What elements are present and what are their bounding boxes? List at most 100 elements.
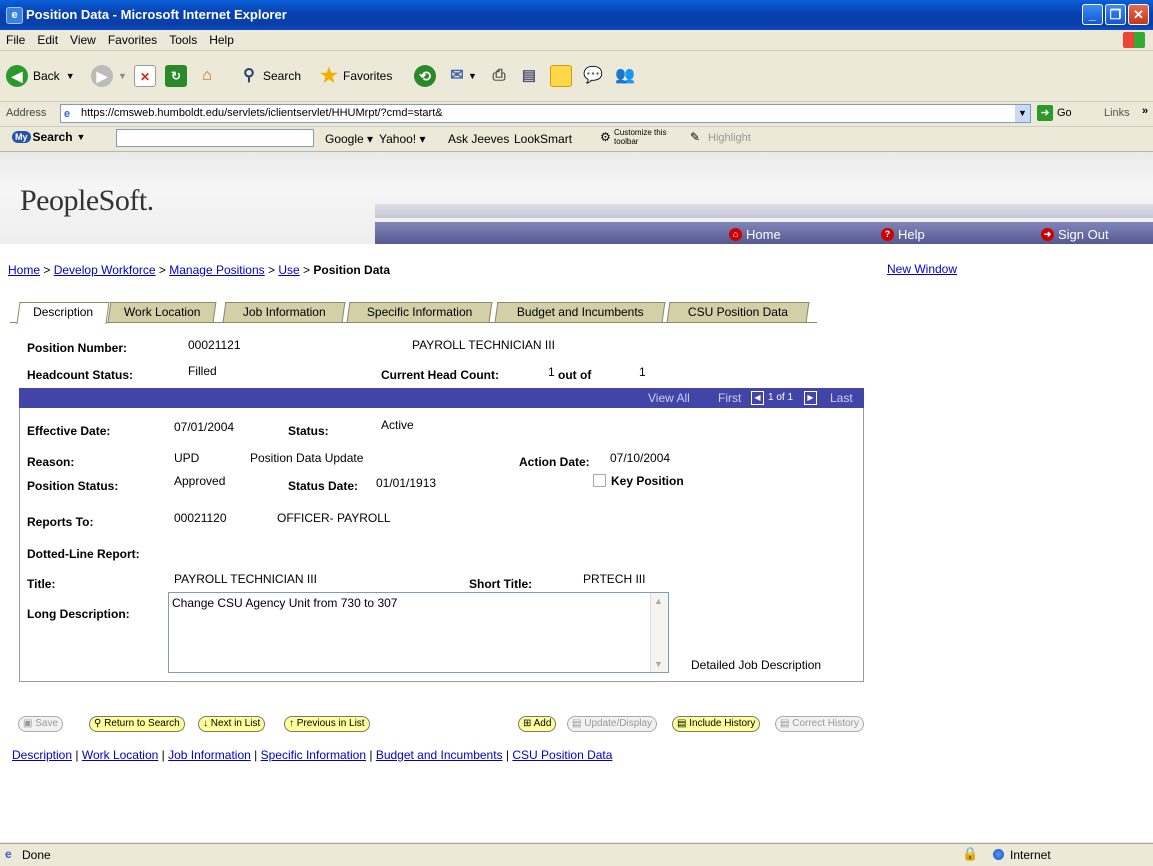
search-button[interactable]: ⚲ Search <box>238 63 301 89</box>
new-window-link[interactable]: New Window <box>887 262 957 276</box>
mysearch-label: Search <box>32 130 73 144</box>
detailed-job-description-link[interactable]: Detailed Job Description <box>691 658 821 672</box>
highlight-button[interactable]: Highlight <box>708 132 751 144</box>
breadcrumb-use[interactable]: Use <box>278 263 299 277</box>
chevron-down-icon[interactable]: ▼ <box>1015 105 1030 122</box>
status-value: Active <box>381 418 414 432</box>
breadcrumb-home[interactable]: Home <box>8 263 40 277</box>
view-all-link[interactable]: View All <box>648 391 690 405</box>
return-to-search-button[interactable]: ⚲ Return to Search <box>89 716 185 732</box>
chevron-down-icon: ▼ <box>76 132 86 142</box>
long-description-textarea[interactable]: Change CSU Agency Unit from 730 to 307 ▲… <box>168 592 669 673</box>
breadcrumb-manage-positions[interactable]: Manage Positions <box>169 263 264 277</box>
discuss-icon: 💬 <box>583 67 603 84</box>
history-button[interactable]: ⟲ <box>414 63 436 89</box>
home-button[interactable]: ⌂ <box>196 63 218 89</box>
reports-to-label: Reports To: <box>27 515 94 529</box>
reports-to-description: OFFICER- PAYROLL <box>277 511 391 525</box>
address-url: https://cmsweb.humboldt.edu/servlets/icl… <box>81 107 443 119</box>
tab-work-location[interactable]: Work Location <box>107 302 217 322</box>
refresh-button[interactable]: ↻ <box>165 63 187 89</box>
customize-button[interactable]: Customize this toolbar <box>614 128 684 146</box>
minimize-button[interactable]: _ <box>1082 4 1103 25</box>
menu-edit[interactable]: Edit <box>31 30 64 47</box>
title-value: PAYROLL TECHNICIAN III <box>174 572 317 586</box>
tab-budget-incumbents[interactable]: Budget and Incumbents <box>494 302 666 322</box>
tab-specific-information[interactable]: Specific Information <box>346 302 493 322</box>
looksmart-button[interactable]: LookSmart <box>514 132 572 146</box>
bottom-link-csu-position-data[interactable]: CSU Position Data <box>512 748 612 762</box>
go-button[interactable]: ➜ Go <box>1037 105 1072 121</box>
home-link[interactable]: ⌂ Home <box>729 227 781 242</box>
print-icon: ⎙ <box>492 67 506 84</box>
home-icon: ⌂ <box>202 67 212 84</box>
home-icon: ⌂ <box>729 228 742 241</box>
links-label[interactable]: Links <box>1104 107 1130 119</box>
correct-history-button[interactable]: ▤ Correct History <box>775 716 864 732</box>
menu-help[interactable]: Help <box>203 30 240 47</box>
bottom-link-budget-incumbents[interactable]: Budget and Incumbents <box>376 748 503 762</box>
reason-description-value: Position Data Update <box>250 451 364 465</box>
close-button[interactable]: ✕ <box>1128 4 1149 25</box>
previous-in-list-button[interactable]: ↑ Previous in List <box>284 716 370 732</box>
tab-job-information[interactable]: Job Information <box>222 302 346 322</box>
favorites-button[interactable]: ★ Favorites <box>318 63 392 89</box>
help-link[interactable]: ? Help <box>881 227 925 242</box>
tab-csu-position-data[interactable]: CSU Position Data <box>666 302 810 322</box>
next-in-list-button[interactable]: ↓ Next in List <box>198 716 266 732</box>
discuss-button[interactable]: 💬 <box>582 63 604 89</box>
add-button[interactable]: ⊞ Add <box>518 716 557 732</box>
google-button[interactable]: Google ▾ <box>325 132 373 146</box>
bottom-link-description[interactable]: Description <box>12 748 72 762</box>
lock-icon: 🔒 <box>962 846 979 861</box>
bottom-link-job-information[interactable]: Job Information <box>168 748 251 762</box>
bottom-link-specific-information[interactable]: Specific Information <box>261 748 366 762</box>
address-input[interactable]: e https://cmsweb.humboldt.edu/servlets/i… <box>60 104 1031 123</box>
last-link[interactable]: Last <box>830 391 853 405</box>
edit-button[interactable]: ▤ <box>518 63 540 89</box>
mysearch-button[interactable]: My Search ▼ <box>12 130 85 144</box>
next-arrow-icon[interactable]: ▶ <box>804 391 817 405</box>
prev-arrow-icon[interactable]: ◀ <box>751 391 764 405</box>
mail-button[interactable]: ✉ ▼ <box>446 63 477 89</box>
position-status-value: Approved <box>174 474 226 488</box>
search-input[interactable] <box>116 129 314 147</box>
menu-tools[interactable]: Tools <box>163 30 203 47</box>
header-stripe <box>375 204 1153 218</box>
tab-description[interactable]: Description <box>16 302 110 324</box>
bottom-link-work-location[interactable]: Work Location <box>82 748 158 762</box>
menu-file[interactable]: File <box>0 30 31 47</box>
askjeeves-button[interactable]: Ask Jeeves <box>448 132 509 146</box>
key-position-checkbox[interactable] <box>593 474 606 487</box>
star-icon: ★ <box>320 65 338 87</box>
print-button[interactable]: ⎙ <box>488 63 510 89</box>
window-title: Position Data - Microsoft Internet Explo… <box>26 7 287 22</box>
status-date-label: Status Date: <box>288 479 359 493</box>
save-button[interactable]: ▣ Save <box>18 716 64 732</box>
key-position-label: Key Position <box>611 474 684 488</box>
ie-icon: e <box>6 7 23 24</box>
breadcrumb-develop-workforce[interactable]: Develop Workforce <box>54 263 156 277</box>
first-link[interactable]: First <box>718 391 741 405</box>
textarea-scrollbar[interactable]: ▲ ▼ <box>650 593 668 672</box>
include-history-button[interactable]: ▤ Include History <box>672 716 761 732</box>
help-icon: ? <box>881 228 894 241</box>
headcount-status-label: Headcount Status: <box>27 368 134 382</box>
stop-button[interactable]: ✕ <box>134 63 156 89</box>
update-display-button[interactable]: ▤ Update/Display <box>567 716 658 732</box>
messenger-button[interactable]: 👥 <box>614 63 636 89</box>
menu-view[interactable]: View <box>64 30 102 47</box>
scroll-down-icon[interactable]: ▼ <box>654 659 663 669</box>
peoplesoft-logo: PeopleSoft. <box>20 184 154 217</box>
yahoo-button[interactable]: Yahoo! ▾ <box>379 132 426 146</box>
maximize-button[interactable]: ❐ <box>1105 4 1126 25</box>
back-button[interactable]: ◀ Back ▼ <box>6 63 75 89</box>
chevron-right-icon[interactable]: » <box>1142 105 1148 117</box>
signout-link[interactable]: ➜ Sign Out <box>1041 227 1109 242</box>
menu-favorites[interactable]: Favorites <box>102 30 163 47</box>
notes-button[interactable] <box>550 63 572 89</box>
forward-button[interactable]: ▶ ▼ <box>91 63 127 89</box>
breadcrumb-current: Position Data <box>313 263 391 277</box>
search-toolbar: My Search ▼ Google ▾ Yahoo! ▾ Ask Jeeves… <box>0 127 1153 152</box>
scroll-up-icon[interactable]: ▲ <box>654 596 663 606</box>
